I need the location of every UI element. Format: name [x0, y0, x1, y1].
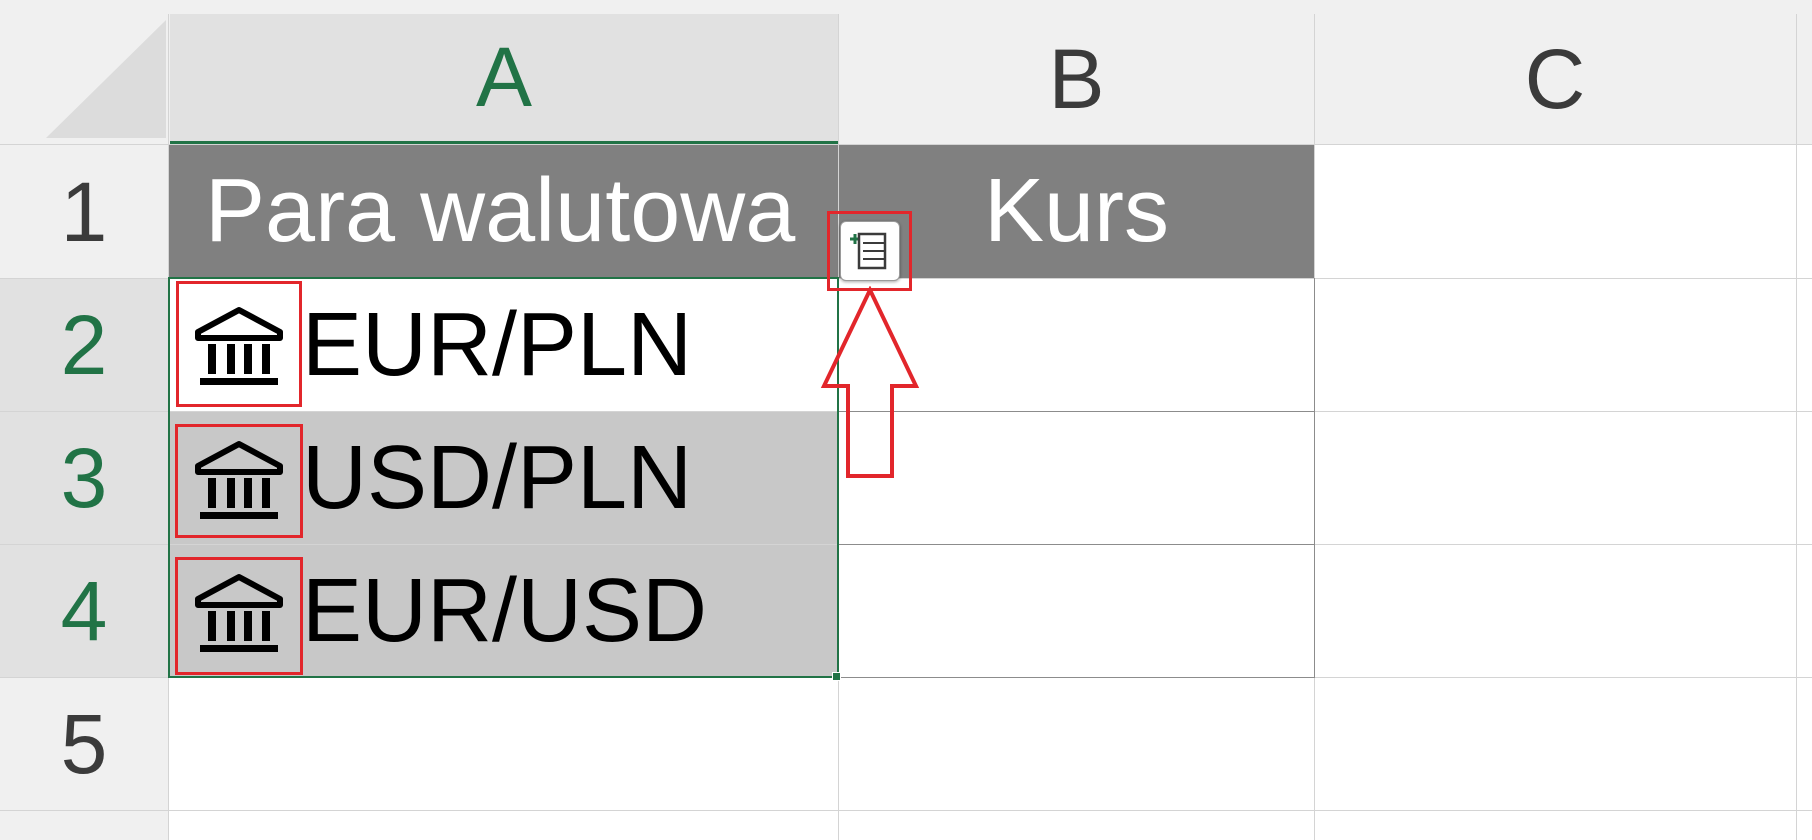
header-kurs: Kurs — [983, 161, 1170, 261]
select-all-button[interactable] — [40, 14, 168, 140]
annotation-arrow — [820, 285, 920, 482]
gridline — [0, 810, 1812, 811]
selection-range-border — [168, 277, 839, 678]
selection-fill-handle[interactable] — [832, 672, 841, 681]
select-all-triangle-icon — [46, 20, 166, 138]
column-header-b[interactable]: B — [839, 14, 1314, 144]
arrow-up-icon — [820, 285, 920, 478]
gridline — [1796, 14, 1797, 840]
insert-data-icon — [850, 232, 887, 270]
row-header-4[interactable]: 4 — [0, 545, 168, 677]
row-header-2[interactable]: 2 — [0, 279, 168, 411]
table-row-divider — [838, 544, 1315, 545]
column-header-c[interactable]: C — [1315, 14, 1795, 144]
column-header-a[interactable]: A — [170, 14, 838, 144]
row-header-5[interactable]: 5 — [0, 678, 168, 810]
insert-data-button[interactable] — [840, 221, 900, 281]
row-header-3[interactable]: 3 — [0, 412, 168, 544]
row-header-1[interactable]: 1 — [0, 146, 168, 278]
cell-a1-header[interactable]: Para walutowa — [169, 145, 838, 278]
header-para-walutowa: Para walutowa — [205, 161, 796, 261]
